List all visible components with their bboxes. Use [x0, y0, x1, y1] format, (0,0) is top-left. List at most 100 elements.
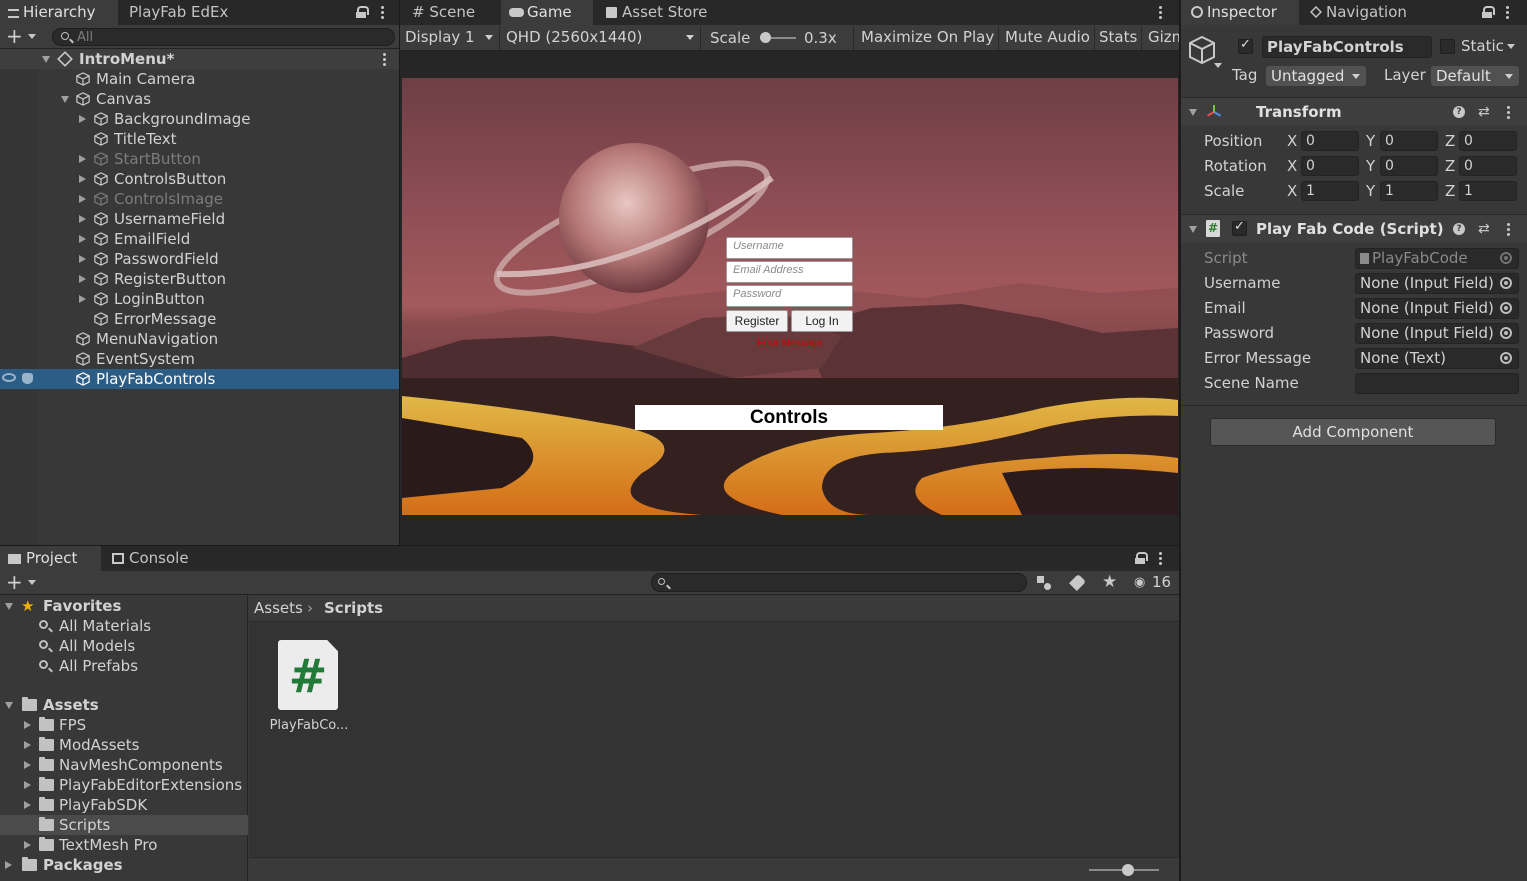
add-component-button[interactable]: Add Component [1210, 418, 1496, 446]
object-name-field[interactable]: PlayFabControls [1262, 36, 1432, 58]
transform-y-field[interactable]: 0 [1380, 156, 1438, 176]
help-icon[interactable]: ? [1453, 106, 1465, 118]
folder-item[interactable]: PlayFabSDK [0, 795, 248, 815]
tab-console[interactable]: Console [104, 546, 224, 571]
help-icon[interactable]: ? [1453, 223, 1465, 235]
expand-arrow-icon[interactable] [42, 56, 50, 63]
expand-arrow-icon[interactable] [79, 295, 86, 303]
favorite-item[interactable]: All Models [0, 636, 248, 656]
hierarchy-item[interactable]: EmailField [0, 229, 399, 249]
hierarchy-item[interactable]: ControlsImage [0, 189, 399, 209]
expand-arrow-icon[interactable] [24, 741, 31, 749]
folder-item[interactable]: ModAssets [0, 735, 248, 755]
object-picker-icon[interactable] [1500, 327, 1512, 339]
expand-arrow-icon[interactable] [5, 861, 12, 869]
transform-x-field[interactable]: 0 [1301, 156, 1359, 176]
preset-icon[interactable]: ⇄ [1478, 104, 1490, 120]
assets-row[interactable]: Assets [0, 695, 248, 715]
transform-header[interactable]: Transform ? ⇄ [1181, 97, 1527, 125]
component-options-icon[interactable] [1506, 105, 1510, 119]
folder-item[interactable]: NavMeshComponents [0, 755, 248, 775]
filter-by-type-icon[interactable] [1036, 575, 1052, 591]
lock-icon[interactable] [1482, 6, 1495, 18]
hierarchy-search-input[interactable]: All [52, 28, 395, 46]
chevron-down-icon[interactable] [1507, 44, 1515, 49]
object-picker-icon[interactable] [1500, 352, 1512, 364]
hierarchy-item[interactable]: ControlsButton [0, 169, 399, 189]
chevron-down-icon[interactable] [28, 580, 36, 585]
lock-icon[interactable] [1135, 552, 1148, 564]
hierarchy-item[interactable]: PasswordField [0, 249, 399, 269]
script-asset[interactable]: # PlayFabCo... [264, 638, 354, 738]
hierarchy-item[interactable]: BackgroundImage [0, 109, 399, 129]
hierarchy-item[interactable]: MenuNavigation [0, 329, 399, 349]
transform-y-field[interactable]: 0 [1380, 131, 1438, 151]
script-property-field[interactable]: None (Input Field) [1355, 298, 1519, 319]
expand-arrow-icon[interactable] [79, 155, 86, 163]
folder-item[interactable]: Scripts [0, 815, 248, 835]
packages-row[interactable]: Packages [0, 855, 248, 875]
favorite-item[interactable]: All Prefabs [0, 656, 248, 676]
icon-size-slider-thumb[interactable] [1122, 864, 1134, 876]
layer-dropdown[interactable]: Default [1431, 66, 1519, 86]
scene-row[interactable]: IntroMenu* [0, 49, 399, 69]
display-dropdown[interactable]: Display 1 [400, 26, 500, 50]
script-property-field[interactable] [1355, 373, 1519, 394]
project-search-input[interactable] [651, 573, 1027, 592]
object-picker-icon[interactable] [1500, 277, 1512, 289]
tab-navigation[interactable]: Navigation [1302, 0, 1452, 25]
resolution-dropdown[interactable]: QHD (2560x1440) [501, 26, 701, 50]
expand-arrow-icon[interactable] [5, 603, 13, 610]
script-property-field[interactable]: None (Input Field) [1355, 323, 1519, 344]
folder-item[interactable]: PlayFabEditorExtensions [0, 775, 248, 795]
script-enabled-checkbox[interactable] [1232, 219, 1247, 236]
expand-arrow-icon[interactable] [79, 195, 86, 203]
tab-hierarchy[interactable]: Hierarchy [0, 0, 118, 25]
hierarchy-item[interactable]: TitleText [0, 129, 399, 149]
tag-dropdown[interactable]: Untagged [1266, 66, 1366, 86]
collapse-arrow-icon[interactable] [1189, 109, 1197, 116]
chevron-down-icon[interactable] [1214, 63, 1222, 68]
username-field[interactable]: Username [726, 237, 853, 259]
folder-item[interactable]: FPS [0, 715, 248, 735]
more-options-icon[interactable] [1158, 551, 1162, 565]
static-checkbox[interactable] [1440, 39, 1455, 54]
transform-x-field[interactable]: 1 [1301, 181, 1359, 201]
transform-z-field[interactable]: 1 [1459, 181, 1517, 201]
email-field[interactable]: Email Address [726, 261, 853, 283]
active-checkbox[interactable] [1238, 37, 1253, 54]
expand-arrow-icon[interactable] [79, 235, 86, 243]
expand-arrow-icon[interactable] [24, 841, 31, 849]
object-picker-icon[interactable] [1500, 302, 1512, 314]
add-icon[interactable]: + [6, 571, 23, 593]
hierarchy-item[interactable]: ErrorMessage [0, 309, 399, 329]
tab-project[interactable]: Project [0, 546, 101, 571]
add-icon[interactable]: + [6, 26, 23, 46]
controls-button[interactable]: Controls [635, 405, 943, 430]
expand-arrow-icon[interactable] [5, 702, 13, 709]
more-options-icon[interactable] [1505, 5, 1509, 19]
tab-playfab-edex[interactable]: PlayFab EdEx [121, 0, 321, 25]
more-options-icon[interactable] [380, 5, 384, 19]
stats-button[interactable]: Stats [1095, 26, 1143, 50]
hidden-packages-toggle[interactable]: ◉ 16 [1132, 572, 1176, 594]
script-property-field[interactable]: None (Text) [1355, 348, 1519, 369]
game-options-icon[interactable] [1158, 5, 1162, 19]
tab-scene[interactable]: # Scene [404, 0, 500, 25]
favorites-row[interactable]: ★ Favorites [0, 596, 248, 616]
hierarchy-item[interactable]: StartButton [0, 149, 399, 169]
tab-asset-store[interactable]: Asset Store [598, 0, 728, 25]
gizmos-button[interactable]: Gizm [1144, 26, 1179, 50]
lock-icon[interactable] [356, 6, 369, 18]
hierarchy-item[interactable]: LoginButton [0, 289, 399, 309]
favorite-item[interactable]: All Materials [0, 616, 248, 636]
hierarchy-item[interactable]: EventSystem [0, 349, 399, 369]
hierarchy-item[interactable]: Main Camera [0, 69, 399, 89]
expand-arrow-icon[interactable] [24, 761, 31, 769]
preset-icon[interactable]: ⇄ [1478, 221, 1490, 237]
expand-arrow-icon[interactable] [79, 215, 86, 223]
scene-options-icon[interactable] [382, 52, 386, 66]
expand-arrow-icon[interactable] [79, 115, 86, 123]
script-property-field[interactable]: None (Input Field) [1355, 273, 1519, 294]
transform-y-field[interactable]: 1 [1380, 181, 1438, 201]
